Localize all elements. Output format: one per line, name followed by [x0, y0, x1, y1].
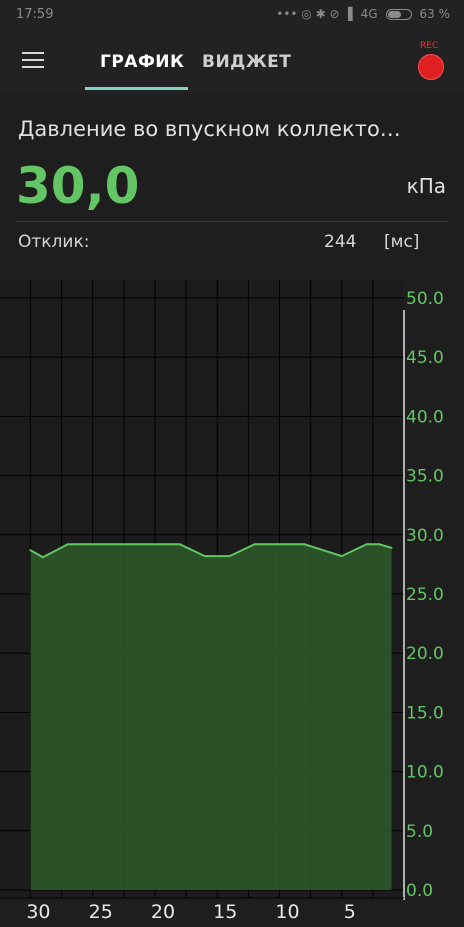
- y-tick-label: 35.0: [406, 467, 444, 487]
- y-tick-label: 25.0: [406, 585, 444, 605]
- response-label: Отклик:: [18, 232, 90, 252]
- data-point: [203, 555, 206, 558]
- y-tick-label: 30.0: [406, 526, 444, 546]
- data-point: [365, 543, 368, 546]
- battery-percent: 63 %: [419, 7, 451, 21]
- chart-svg[interactable]: 50.0 45.0 40.0 35.0 30.0 25.0 20.0 15.0 10.0 5.0 0…: [0, 280, 464, 927]
- sensor-value: 30,0: [16, 157, 140, 215]
- x-tick-label: 5: [344, 901, 356, 923]
- notification-icons: ••• ◎ ✱ ⊘ ▐: [276, 7, 353, 21]
- active-tab-indicator: [85, 87, 188, 90]
- x-tick-label: 25: [89, 901, 113, 923]
- y-tick-label: 20.0: [406, 644, 444, 664]
- status-icons: ••• ◎ ✱ ⊘ ▐ 4G 63 %: [276, 7, 450, 21]
- sensor-unit: кПа: [406, 174, 446, 198]
- rec-label: REC: [420, 41, 439, 51]
- app-bar: ГРАФИК ВИДЖЕТ REC: [0, 30, 464, 94]
- area-fill: [30, 544, 392, 890]
- record-button[interactable]: [418, 54, 444, 80]
- data-point: [153, 543, 156, 546]
- data-point: [378, 543, 381, 546]
- data-point: [390, 546, 393, 549]
- y-tick-label: 0.0: [406, 881, 433, 901]
- y-tick-label: 40.0: [406, 407, 444, 427]
- x-tick-label: 30: [26, 901, 50, 923]
- data-point: [178, 543, 181, 546]
- data-point: [29, 549, 32, 552]
- tab-graph[interactable]: ГРАФИК: [100, 52, 184, 72]
- y-tick-label: 10.0: [406, 763, 444, 783]
- status-bar: 17:59 ••• ◎ ✱ ⊘ ▐ 4G 63 %: [0, 0, 464, 30]
- hamburger-menu-icon[interactable]: [22, 52, 44, 70]
- sensor-name: Давление во впускном коллекто…: [18, 117, 401, 141]
- y-tick-label: 45.0: [406, 348, 444, 368]
- tab-widget[interactable]: ВИДЖЕТ: [202, 52, 291, 72]
- data-point: [66, 543, 69, 546]
- battery-icon: [385, 8, 412, 20]
- data-point: [278, 543, 281, 546]
- pressure-chart[interactable]: 50.0 45.0 40.0 35.0 30.0 25.0 20.0 15.0 10.0 5.0 0…: [0, 280, 464, 927]
- data-point: [91, 543, 94, 546]
- response-value: 244: [324, 232, 357, 252]
- divider: [16, 221, 448, 222]
- data-point: [116, 543, 119, 546]
- response-unit: [мс]: [384, 232, 420, 252]
- status-time: 17:59: [16, 7, 54, 22]
- data-point: [253, 543, 256, 546]
- data-point: [228, 555, 231, 558]
- x-tick-label: 10: [275, 901, 299, 923]
- y-tick-label: 50.0: [406, 289, 444, 309]
- x-tick-label: 15: [213, 901, 237, 923]
- data-point: [340, 555, 343, 558]
- y-tick-label: 5.0: [406, 822, 433, 842]
- data-point: [303, 543, 306, 546]
- y-tick-label: 15.0: [406, 703, 444, 723]
- network-type: 4G: [360, 7, 378, 21]
- x-tick-label: 20: [151, 901, 175, 923]
- data-point: [41, 556, 44, 559]
